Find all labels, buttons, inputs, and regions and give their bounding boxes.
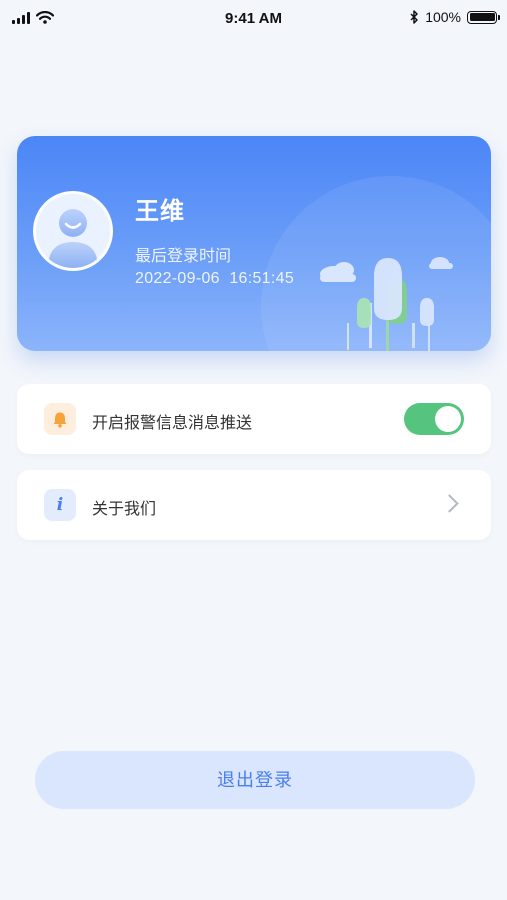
- status-bar-right: 100%: [410, 9, 500, 25]
- last-login-time: 2022-09-06 16:51:45: [135, 270, 295, 287]
- info-icon: i: [44, 489, 76, 521]
- battery-icon: [467, 10, 500, 24]
- toggle-knob: [435, 406, 461, 432]
- alert-push-setting: 开启报警信息消息推送: [17, 384, 491, 454]
- about-us-item[interactable]: i 关于我们: [17, 470, 491, 540]
- avatar[interactable]: [33, 191, 113, 271]
- tree-cloud-illustration: [320, 257, 453, 351]
- status-bar: 9:41 AM 100%: [0, 0, 507, 38]
- alert-push-label: 开启报警信息消息推送: [92, 415, 253, 432]
- profile-card: 王维 最后登录时间 2022-09-06 16:51:45: [17, 136, 491, 351]
- alert-push-toggle[interactable]: [404, 403, 464, 435]
- user-name: 王维: [135, 198, 185, 225]
- last-login-label: 最后登录时间: [135, 248, 232, 265]
- user-avatar-icon: [48, 209, 98, 268]
- bluetooth-icon: [410, 10, 418, 24]
- bell-icon: [44, 403, 76, 435]
- logout-button[interactable]: 退出登录: [35, 751, 475, 809]
- about-us-label: 关于我们: [92, 501, 157, 518]
- chevron-right-icon: [440, 494, 459, 513]
- battery-percent: 100%: [425, 9, 461, 25]
